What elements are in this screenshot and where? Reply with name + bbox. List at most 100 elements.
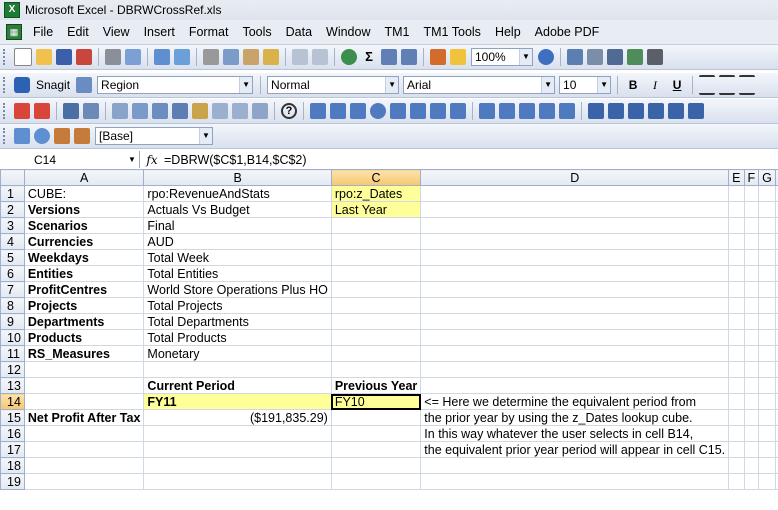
cell-e[interactable]: [728, 409, 745, 426]
cell-c[interactable]: [330, 249, 422, 266]
cell-f[interactable]: [743, 313, 760, 330]
cell-c[interactable]: [330, 281, 422, 298]
cell-f[interactable]: [743, 265, 760, 282]
cell-g[interactable]: [758, 441, 776, 458]
tm1-view-icon[interactable]: [310, 103, 326, 119]
cell-g[interactable]: [758, 345, 776, 362]
cell-a[interactable]: Currencies: [23, 233, 145, 250]
cell-d[interactable]: [420, 473, 730, 490]
cell-e[interactable]: [728, 297, 745, 314]
cell-a[interactable]: Departments: [23, 313, 145, 330]
cell-a[interactable]: [23, 457, 145, 474]
tm1-edit-icon[interactable]: [192, 103, 208, 119]
menu-window[interactable]: Window: [319, 20, 377, 44]
row-header[interactable]: 4: [0, 233, 25, 250]
cell-g[interactable]: [758, 329, 776, 346]
snagit-window-icon[interactable]: [76, 77, 93, 93]
cell-g[interactable]: [758, 361, 776, 378]
cell-c[interactable]: Previous Year: [330, 377, 422, 394]
cell-b[interactable]: Final: [143, 217, 332, 234]
menu-help[interactable]: Help: [488, 20, 528, 44]
menu-insert[interactable]: Insert: [137, 20, 182, 44]
menu-format[interactable]: Format: [182, 20, 236, 44]
cell-a[interactable]: Products: [23, 329, 145, 346]
cell-c[interactable]: rpo:z_Dates: [330, 185, 422, 202]
cell-a[interactable]: Weekdays: [23, 249, 145, 266]
cell-e[interactable]: [728, 265, 745, 282]
tm1-formula-icon[interactable]: [152, 103, 168, 119]
row-header[interactable]: 14: [0, 393, 25, 410]
cell-b[interactable]: [143, 361, 332, 378]
cell-a[interactable]: RS_Measures: [23, 345, 145, 362]
cell-c[interactable]: [330, 441, 422, 458]
underline-button[interactable]: U: [667, 76, 687, 94]
print-icon[interactable]: [105, 49, 121, 65]
font-combo[interactable]: Arial ▼: [403, 76, 556, 94]
chevron-down-icon[interactable]: ▼: [385, 77, 399, 93]
cell-f[interactable]: [743, 425, 760, 442]
row-header[interactable]: 19: [0, 473, 25, 490]
cell-f[interactable]: [743, 329, 760, 346]
cell-b[interactable]: Monetary: [143, 345, 332, 362]
research-icon[interactable]: [174, 49, 190, 65]
region-combo[interactable]: Region ▼: [97, 76, 254, 94]
cell-c[interactable]: [330, 329, 422, 346]
cell-f[interactable]: [743, 473, 760, 490]
cell-f[interactable]: [743, 409, 760, 426]
calculator-icon[interactable]: [607, 49, 623, 65]
cell-d[interactable]: [420, 185, 730, 202]
cell-f[interactable]: [743, 249, 760, 266]
tm1-chart-icon[interactable]: [519, 103, 535, 119]
cell-f[interactable]: [743, 377, 760, 394]
tm1-filter-icon[interactable]: [410, 103, 426, 119]
cell-e[interactable]: [728, 361, 745, 378]
bold-button[interactable]: B: [623, 76, 643, 94]
cell-a[interactable]: [23, 441, 145, 458]
cell-a[interactable]: Versions: [23, 201, 145, 218]
cell-d[interactable]: [420, 201, 730, 218]
copy-icon[interactable]: [223, 49, 239, 65]
cell-a[interactable]: Entities: [23, 265, 145, 282]
cell-b[interactable]: rpo:RevenueAndStats: [143, 185, 332, 202]
tm1-edit-view-icon[interactable]: [330, 103, 346, 119]
cell-b[interactable]: Total Week: [143, 249, 332, 266]
tm1-undo-icon[interactable]: [212, 103, 228, 119]
chart-wizard-icon[interactable]: [430, 49, 446, 65]
cell-d[interactable]: [420, 217, 730, 234]
cell-f[interactable]: [743, 233, 760, 250]
cell-c[interactable]: [330, 297, 422, 314]
column-header-a[interactable]: A: [23, 169, 145, 186]
cell-b[interactable]: [143, 473, 332, 490]
menu-view[interactable]: View: [96, 20, 137, 44]
tm1-pin-icon[interactable]: [390, 103, 406, 119]
cell-b[interactable]: Total Products: [143, 329, 332, 346]
cell-b[interactable]: Current Period: [143, 377, 332, 394]
pdf-create-icon[interactable]: [14, 103, 30, 119]
chevron-down-icon[interactable]: ▼: [519, 49, 532, 65]
align-right-icon[interactable]: [739, 75, 756, 95]
open-icon[interactable]: [36, 49, 52, 65]
row-header[interactable]: 10: [0, 329, 25, 346]
tm1-nest-icon[interactable]: [648, 103, 664, 119]
cell-e[interactable]: [728, 457, 745, 474]
cell-b[interactable]: Total Projects: [143, 297, 332, 314]
cell-c[interactable]: [330, 361, 422, 378]
check-icon[interactable]: [627, 49, 643, 65]
cell-g[interactable]: [758, 233, 776, 250]
select-objects-icon[interactable]: [587, 49, 603, 65]
tm1-recalc-icon[interactable]: [172, 103, 188, 119]
row-header[interactable]: 9: [0, 313, 25, 330]
cell-f[interactable]: [743, 345, 760, 362]
cell-a[interactable]: Scenarios: [23, 217, 145, 234]
cell-f[interactable]: [743, 297, 760, 314]
chevron-down-icon[interactable]: ▼: [199, 128, 212, 144]
cell-g[interactable]: [758, 377, 776, 394]
cell-c[interactable]: [330, 473, 422, 490]
cell-g[interactable]: [758, 281, 776, 298]
cell-f[interactable]: [743, 457, 760, 474]
toolbar-grip[interactable]: [3, 49, 8, 65]
cell-d[interactable]: the equivalent prior year period will ap…: [420, 441, 730, 458]
commit-icon[interactable]: [14, 128, 30, 144]
redo-icon[interactable]: [312, 49, 328, 65]
column-header-d[interactable]: D: [420, 169, 730, 186]
